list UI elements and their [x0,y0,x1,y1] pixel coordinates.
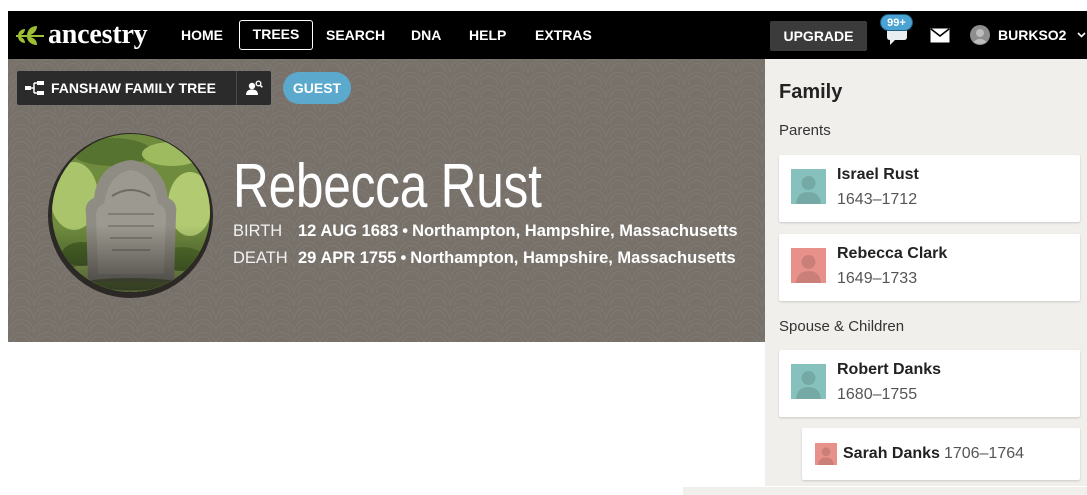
top-nav-bar: ancestry HOME TREES SEARCH DNA HELP EXTR… [8,11,1087,59]
death-place: Northampton, Hampshire, Massachusetts [410,249,736,267]
death-event: DEATH 29 APR 1755 • Northampton, Hampshire,… [233,245,736,272]
death-date: 29 APR 1755 [298,249,397,267]
birth-separator: • [402,222,409,240]
person-hero-banner: FANSHAW FAMILY TREE GUEST Rebecca Rust B… [8,59,765,342]
person-name: Rebecca Rust [233,152,542,221]
find-person-button[interactable] [236,71,271,105]
male-avatar-icon [791,364,826,399]
family-card-father[interactable]: Israel Rust 1643–1712 [779,155,1080,222]
family-tree-button[interactable]: FANSHAW FAMILY TREE [17,71,236,105]
family-member-dates: 1680–1755 [837,386,918,403]
ancestry-logo[interactable]: ancestry [14,11,148,59]
profile-photo-image [51,134,210,292]
family-card-child[interactable]: Sarah Danks 1706–1764 [802,428,1080,480]
family-card-spouse[interactable]: Robert Danks 1680–1755 [779,350,1080,417]
person-search-icon [246,80,263,95]
family-member-dates: 1649–1733 [837,270,918,287]
profile-photo[interactable] [48,133,213,298]
family-member-name: Robert Danks [837,361,942,378]
family-tree-icon [25,81,44,95]
bottom-panel-edge [683,487,1087,495]
nav-home[interactable]: HOME [181,11,223,59]
female-avatar-icon [815,443,837,465]
birth-place: Northampton, Hampshire, Massachusetts [412,222,738,240]
user-avatar-icon[interactable] [970,25,990,45]
chevron-down-icon[interactable] [1077,32,1086,38]
child-row: Sarah Danks 1706–1764 [843,428,1024,480]
tree-name-label: FANSHAW FAMILY TREE [51,80,216,96]
family-member-name: Sarah Danks [843,445,940,462]
parents-heading: Parents [779,122,831,139]
nav-dna[interactable]: DNA [411,11,441,59]
nav-extras[interactable]: EXTRAS [535,11,592,59]
notification-badge[interactable]: 99+ [880,14,913,31]
nav-search[interactable]: SEARCH [326,11,385,59]
account-username[interactable]: BURKSO2 [998,11,1066,59]
family-member-name: Rebecca Clark [837,245,948,262]
person-page: ancestry HOME TREES SEARCH DNA HELP EXTR… [0,0,1087,495]
photo-shade-overlay [51,134,210,292]
nav-trees[interactable]: TREES [239,20,313,50]
family-member-name: Israel Rust [837,166,919,183]
death-label: DEATH [233,249,288,267]
family-panel: Family Parents Israel Rust 1643–1712 Reb… [765,59,1087,486]
male-avatar-icon [791,169,826,204]
birth-label: BIRTH [233,222,283,240]
family-member-dates: 1706–1764 [943,445,1025,462]
guest-access-badge: GUEST [283,72,351,104]
spouse-children-heading: Spouse & Children [779,318,905,335]
family-card-mother[interactable]: Rebecca Clark 1649–1733 [779,234,1080,301]
family-panel-title: Family [779,81,843,103]
logo-text: ancestry [48,19,148,50]
family-member-dates: 1643–1712 [837,191,918,208]
mail-icon[interactable] [930,28,950,43]
ancestry-leaf-icon [16,26,44,45]
birth-date: 12 AUG 1683 [298,222,399,240]
birth-event: BIRTH 12 AUG 1683 • Northampton, Hampshire,… [233,218,738,245]
death-separator: • [400,249,407,267]
female-avatar-icon [791,248,826,283]
upgrade-button[interactable]: UPGRADE [770,21,867,51]
nav-help[interactable]: HELP [469,11,506,59]
